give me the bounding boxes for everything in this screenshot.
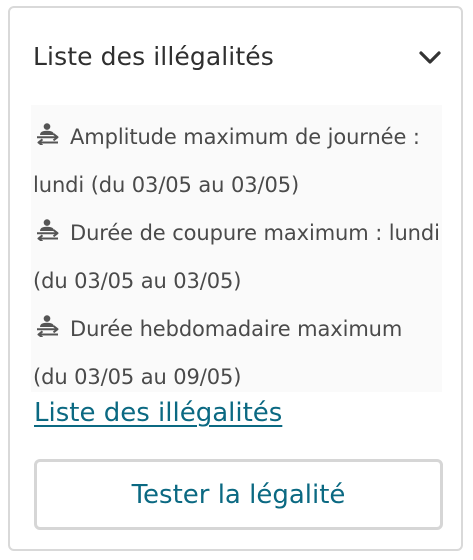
people-swap-icon	[37, 123, 59, 145]
list-item: Durée hebdomadaire maximum (du 03/05 au …	[33, 305, 443, 401]
illegalities-list: Amplitude maximum de journée : lundi (du…	[31, 105, 442, 392]
item-text: Durée de coupure maximum : lundi (du 03/…	[33, 221, 440, 293]
test-legality-button[interactable]: Tester la légalité	[34, 459, 443, 530]
people-swap-icon	[37, 219, 59, 241]
item-text: Amplitude maximum de journée : lundi (du…	[33, 125, 420, 197]
illegalities-list-link[interactable]: Liste des illégalités	[34, 398, 282, 428]
list-item: Amplitude maximum de journée : lundi (du…	[33, 113, 443, 209]
illegalities-panel: Liste des illégalités Amplitude maximum …	[8, 6, 463, 551]
panel-title: Liste des illégalités	[33, 42, 274, 71]
chevron-down-icon[interactable]	[418, 49, 442, 67]
list-item: Durée de coupure maximum : lundi (du 03/…	[33, 209, 443, 305]
panel-header[interactable]: Liste des illégalités	[10, 8, 461, 104]
people-swap-icon	[37, 315, 59, 337]
item-text: Durée hebdomadaire maximum (du 03/05 au …	[33, 317, 403, 389]
